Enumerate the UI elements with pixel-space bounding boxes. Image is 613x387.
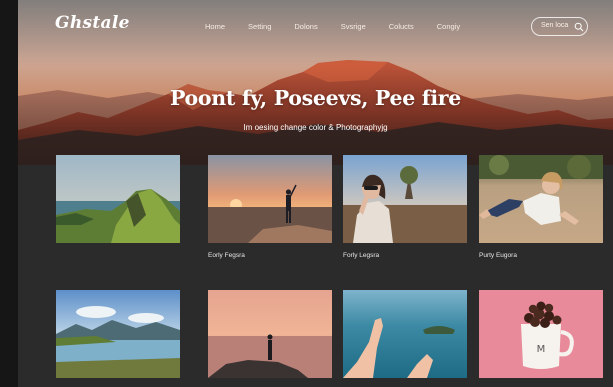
coastal-cliff-image	[56, 155, 180, 243]
top-navigation: Ghstale Home Setting Dolons Svsrige Colu…	[18, 0, 613, 52]
lake-mountains-image	[56, 290, 180, 378]
hero-title: Poont fy, Poseevs, Pee fire	[169, 86, 462, 110]
browser-frame: Ghstale Home Setting Dolons Svsrige Colu…	[0, 0, 613, 387]
main-menu: Home Setting Dolons Svsrige Colucts Cong…	[205, 22, 483, 31]
nav-dolons[interactable]: Dolons	[294, 22, 317, 31]
gallery-card-pink-sunset-sea[interactable]	[208, 290, 332, 378]
woman-sunglasses-image	[343, 155, 467, 243]
gallery-card-ocean-hands[interactable]	[343, 290, 467, 378]
girl-lying-on-ground-image	[479, 155, 603, 243]
person-pink-sunset-image	[208, 290, 332, 378]
search-icon[interactable]	[574, 22, 584, 32]
search-box[interactable]: Sen loca	[531, 17, 588, 36]
card-caption: Purty Eugora	[479, 252, 517, 259]
gallery-card-sunset-silhouette[interactable]	[208, 155, 332, 243]
gallery-card-lake[interactable]	[56, 290, 180, 378]
card-caption: Eorly Fegsra	[208, 252, 245, 259]
nav-colucts[interactable]: Colucts	[389, 22, 414, 31]
nav-congiy[interactable]: Congiy	[437, 22, 460, 31]
gallery-card-woman-field[interactable]	[343, 155, 467, 243]
mug-with-chocolates-image: M	[479, 290, 603, 378]
brand-logo[interactable]: Ghstale	[55, 13, 130, 33]
svg-text:M: M	[537, 344, 546, 355]
hands-over-ocean-image	[343, 290, 467, 378]
card-caption: Forly Legsra	[343, 252, 380, 259]
nav-home[interactable]: Home	[205, 22, 225, 31]
hero-subtitle: Im oesing change color & Photographyjg	[243, 123, 388, 132]
gallery-card-coastal-cliff[interactable]	[56, 155, 180, 243]
page: Ghstale Home Setting Dolons Svsrige Colu…	[18, 0, 613, 387]
nav-svsrige[interactable]: Svsrige	[341, 22, 366, 31]
person-silhouette-sunset-image	[208, 155, 332, 243]
nav-setting[interactable]: Setting	[248, 22, 271, 31]
gallery-card-mug-chocolates[interactable]: M	[479, 290, 603, 378]
search-placeholder: Sen loca	[541, 22, 569, 29]
gallery-card-girl-lying[interactable]	[479, 155, 603, 243]
hero-banner: Ghstale Home Setting Dolons Svsrige Colu…	[18, 0, 613, 165]
